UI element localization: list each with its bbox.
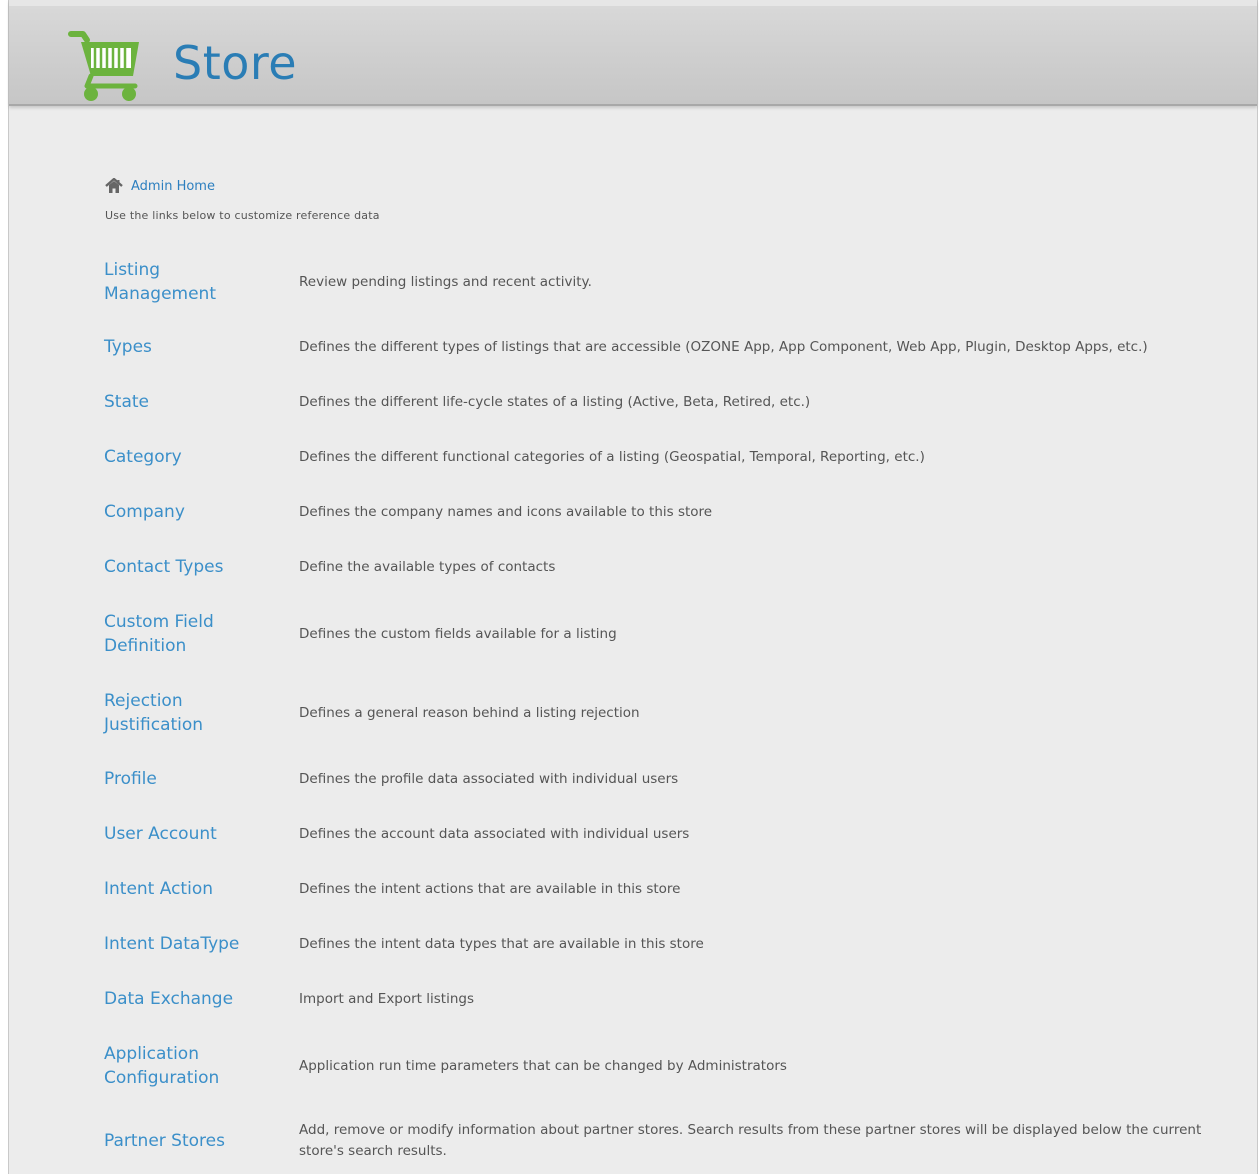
contact-types-link[interactable]: Contact Types [104, 555, 299, 579]
list-item: Partner Stores Add, remove or modify inf… [104, 1119, 1254, 1163]
item-description: Defines the intent actions that are avai… [299, 880, 681, 897]
application-configuration-link[interactable]: Application Configuration [104, 1042, 254, 1090]
item-description: Import and Export listings [299, 990, 475, 1007]
shopping-cart-icon [68, 31, 139, 101]
page-frame: Store Admin Home Use the links below to … [8, 0, 1258, 1174]
app-title: Store [173, 36, 298, 90]
breadcrumb: Admin Home [105, 178, 215, 194]
list-item: Profile Defines the profile data associa… [104, 767, 1254, 791]
partner-stores-link[interactable]: Partner Stores [104, 1129, 299, 1153]
list-item: Types Defines the different types of lis… [104, 335, 1254, 359]
item-description: Application run time parameters that can… [299, 1057, 787, 1074]
profile-link[interactable]: Profile [104, 767, 299, 791]
home-icon [105, 178, 123, 193]
item-description: Defines the different functional categor… [299, 448, 925, 465]
list-item: Data Exchange Import and Export listings [104, 987, 1254, 1011]
category-link[interactable]: Category [104, 445, 299, 469]
item-description: Defines the different life-cycle states … [299, 393, 811, 410]
item-description: Add, remove or modify information about … [299, 1122, 1202, 1159]
list-item: Custom Field Definition Defines the cust… [104, 610, 1254, 658]
intent-datatype-link[interactable]: Intent DataType [104, 932, 299, 956]
item-description: Defines the profile data associated with… [299, 770, 679, 787]
rejection-justification-link[interactable]: Rejection Justification [104, 689, 254, 737]
company-link[interactable]: Company [104, 500, 299, 524]
item-description: Review pending listings and recent activ… [299, 273, 592, 290]
list-item: Rejection Justification Defines a genera… [104, 689, 1254, 737]
intent-action-link[interactable]: Intent Action [104, 877, 299, 901]
list-item: Listing Management Review pending listin… [104, 258, 1254, 306]
state-link[interactable]: State [104, 390, 299, 414]
item-description: Define the available types of contacts [299, 558, 556, 575]
list-item: Company Defines the company names and ic… [104, 500, 1254, 524]
list-item: Intent DataType Defines the intent data … [104, 932, 1254, 956]
list-item: State Defines the different life-cycle s… [104, 390, 1254, 414]
item-description: Defines the company names and icons avai… [299, 503, 713, 520]
item-description: Defines the different types of listings … [299, 338, 1148, 355]
list-item: Application Configuration Application ru… [104, 1042, 1254, 1090]
user-account-link[interactable]: User Account [104, 822, 299, 846]
item-description: Defines the account data associated with… [299, 825, 690, 842]
list-item: Category Defines the different functiona… [104, 445, 1254, 469]
item-description: Defines the custom fields available for … [299, 625, 617, 642]
intro-text: Use the links below to customize referen… [105, 209, 380, 222]
app-header: Store [9, 0, 1257, 106]
types-link[interactable]: Types [104, 335, 299, 359]
custom-field-definition-link[interactable]: Custom Field Definition [104, 610, 254, 658]
list-item: User Account Defines the account data as… [104, 822, 1254, 846]
admin-home-link[interactable]: Admin Home [131, 179, 215, 194]
list-item: Contact Types Define the available types… [104, 555, 1254, 579]
data-exchange-link[interactable]: Data Exchange [104, 987, 299, 1011]
listing-management-link[interactable]: Listing Management [104, 258, 264, 306]
list-item: Intent Action Defines the intent actions… [104, 877, 1254, 901]
item-description: Defines the intent data types that are a… [299, 935, 704, 952]
item-description: Defines a general reason behind a listin… [299, 704, 640, 721]
